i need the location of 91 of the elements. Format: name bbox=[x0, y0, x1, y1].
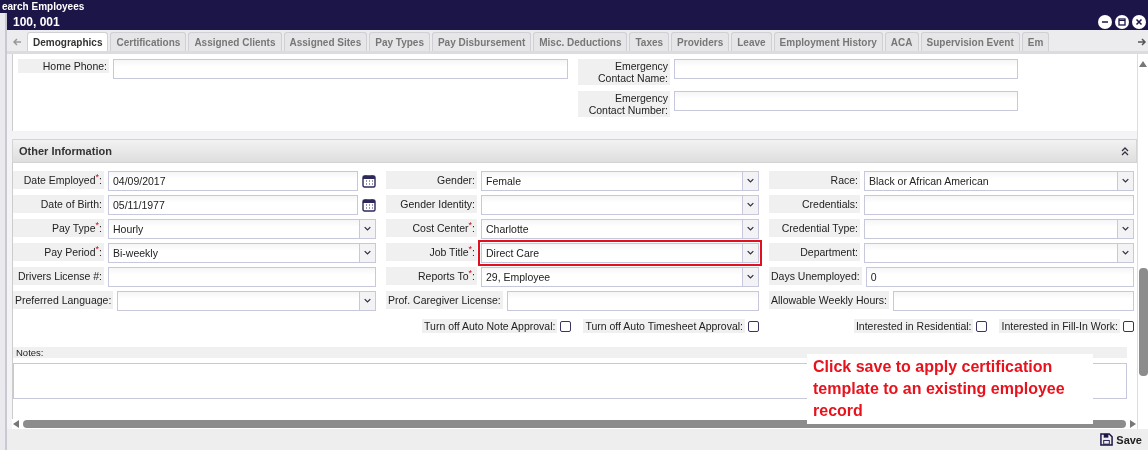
field-label: Department: bbox=[769, 243, 860, 261]
tab[interactable]: Demographics bbox=[27, 32, 109, 51]
field-label: Gender Identity: bbox=[386, 195, 477, 213]
close-icon[interactable] bbox=[1132, 14, 1146, 29]
checkbox-label: Interested in Fill-In Work: bbox=[999, 319, 1120, 333]
field-label: Reports To$^{*}$: bbox=[386, 267, 477, 285]
caret-icon bbox=[742, 172, 758, 190]
window-title: 100, 001 bbox=[13, 14, 60, 29]
save-icon bbox=[1100, 433, 1114, 446]
tab[interactable]: Employment History bbox=[773, 32, 883, 51]
section-header[interactable]: Other Information bbox=[12, 139, 1137, 163]
minimize-icon[interactable] bbox=[1098, 14, 1112, 29]
field-label: Allowable Weekly Hours: bbox=[769, 291, 889, 309]
save-button[interactable]: Save bbox=[1098, 432, 1144, 447]
field-label: Drivers License #: bbox=[13, 267, 104, 285]
field-label: Preferred Language: bbox=[13, 291, 114, 309]
field-label: Date Employed$^{*}$: bbox=[13, 171, 104, 189]
select-field[interactable]: Charlotte bbox=[481, 219, 759, 239]
select-field[interactable] bbox=[117, 291, 376, 311]
scroll-up-icon[interactable] bbox=[1139, 60, 1147, 68]
checkbox-label: Turn off Auto Note Approval: bbox=[422, 319, 558, 333]
field-label: Pay Type$^{*}$: bbox=[13, 219, 104, 237]
field-label: Pay Period$^{*}$: bbox=[13, 243, 104, 261]
caret-icon bbox=[742, 196, 758, 214]
field-label: Home Phone: bbox=[18, 59, 109, 73]
text-field[interactable] bbox=[892, 291, 1134, 311]
select-field[interactable]: 29, Employee bbox=[481, 267, 759, 287]
page-title: earch Employees bbox=[2, 0, 85, 13]
caret-icon bbox=[1117, 220, 1133, 238]
checkbox-label: Interested in Residential: bbox=[853, 319, 974, 333]
collapse-icon[interactable] bbox=[1120, 146, 1130, 156]
field-label: Prof. Caregiver License: bbox=[386, 291, 503, 309]
tab[interactable]: Pay Disbursement bbox=[431, 32, 532, 51]
field-label: Race: bbox=[769, 171, 860, 189]
calendar-icon[interactable] bbox=[362, 198, 376, 212]
tab[interactable]: ACA bbox=[884, 32, 919, 51]
calendar-icon[interactable] bbox=[362, 174, 376, 188]
select-field[interactable]: Female bbox=[481, 171, 759, 191]
section-title: Other Information bbox=[19, 145, 112, 157]
field-label: Credential Type: bbox=[769, 219, 860, 237]
checkbox[interactable] bbox=[976, 320, 988, 332]
maximize-icon[interactable] bbox=[1115, 14, 1129, 29]
select-field[interactable] bbox=[864, 219, 1134, 239]
text-field[interactable] bbox=[108, 267, 376, 287]
text-field[interactable] bbox=[674, 59, 1018, 79]
vertical-scrollbar[interactable] bbox=[1138, 268, 1148, 376]
text-field[interactable] bbox=[113, 59, 568, 79]
caret-icon bbox=[742, 220, 758, 238]
field-label: Credentials: bbox=[769, 195, 860, 213]
field-label: Emergency Contact Number: bbox=[578, 91, 670, 117]
tab[interactable]: Assigned Sites bbox=[283, 32, 368, 51]
checkbox[interactable] bbox=[1123, 320, 1134, 332]
text-field[interactable] bbox=[674, 91, 1018, 111]
tab[interactable]: Providers bbox=[671, 32, 730, 51]
tab[interactable]: Assigned Clients bbox=[188, 32, 282, 51]
field-label: Gender: bbox=[386, 171, 477, 189]
select-field[interactable] bbox=[481, 195, 759, 215]
tab[interactable]: Supervision Event bbox=[920, 32, 1020, 51]
caret-icon bbox=[1117, 244, 1133, 262]
field-label: Days Unemployed: bbox=[769, 267, 862, 285]
caret-icon bbox=[359, 244, 375, 262]
date-field[interactable]: 04/09/2017 bbox=[108, 171, 358, 191]
checkbox[interactable] bbox=[560, 320, 572, 332]
callout-note: Click save to apply certification template to an existing employee record bbox=[807, 354, 1093, 424]
field-label: Job Title$^{*}$: bbox=[386, 243, 477, 261]
field-label: Date of Birth: bbox=[13, 195, 104, 213]
field-label: Cost Center$^{*}$: bbox=[386, 219, 477, 237]
caret-icon bbox=[742, 268, 758, 286]
text-field[interactable] bbox=[506, 291, 759, 311]
field-label: Emergency Contact Name: bbox=[578, 59, 670, 85]
date-field[interactable]: 05/11/1977 bbox=[108, 195, 358, 215]
checkbox-label: Turn off Auto Timesheet Approval: bbox=[583, 319, 745, 333]
tab[interactable]: Taxes bbox=[629, 32, 670, 51]
text-field[interactable]: 0 bbox=[865, 267, 1134, 287]
caret-icon bbox=[1117, 172, 1133, 190]
select-field[interactable]: Black or African American bbox=[864, 171, 1134, 191]
tab[interactable]: Misc. Deductions bbox=[533, 32, 628, 51]
text-field[interactable] bbox=[864, 195, 1134, 215]
select-field[interactable]: Direct Care bbox=[481, 243, 759, 263]
tab[interactable]: Certifications bbox=[110, 32, 187, 51]
notes-label: Notes: bbox=[13, 347, 1127, 358]
tab[interactable]: Em bbox=[1021, 32, 1050, 51]
checkbox[interactable] bbox=[748, 320, 759, 332]
select-field[interactable]: Bi-weekly bbox=[108, 243, 376, 263]
caret-icon bbox=[359, 220, 375, 238]
tab[interactable]: Leave bbox=[731, 32, 772, 51]
select-field[interactable]: Hourly bbox=[108, 219, 376, 239]
select-field[interactable] bbox=[864, 243, 1134, 263]
tab[interactable]: Pay Types bbox=[369, 32, 430, 51]
caret-icon bbox=[742, 244, 758, 262]
caret-icon bbox=[359, 292, 375, 310]
